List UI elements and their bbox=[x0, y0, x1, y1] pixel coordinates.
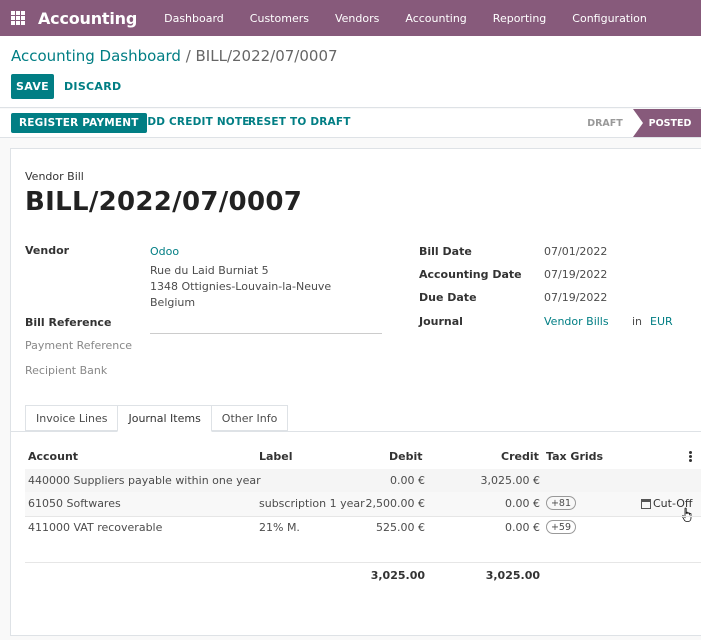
form-sheet: Vendor Bill BILL/2022/07/0007 Vendor Odo… bbox=[10, 148, 701, 636]
apps-grid-icon[interactable] bbox=[11, 11, 25, 25]
app-brand[interactable]: Accounting bbox=[38, 9, 137, 28]
accounting-date-value[interactable]: 07/19/2022 bbox=[544, 268, 607, 281]
bill-reference-input[interactable] bbox=[150, 333, 382, 334]
control-panel: Accounting Dashboard / BILL/2022/07/0007… bbox=[0, 36, 701, 108]
tax-grid-badge[interactable]: +81 bbox=[546, 496, 576, 510]
column-header-credit[interactable]: Credit bbox=[501, 450, 539, 463]
discard-button[interactable]: DISCARD bbox=[64, 80, 121, 93]
column-header-debit[interactable]: Debit bbox=[389, 450, 423, 463]
due-date-label: Due Date bbox=[419, 291, 477, 304]
optional-columns-icon[interactable] bbox=[689, 451, 692, 462]
tab-invoice-lines[interactable]: Invoice Lines bbox=[25, 405, 119, 431]
top-navbar: Accounting Dashboard Customers Vendors A… bbox=[0, 0, 701, 36]
row-1-debit[interactable]: 0.00 € bbox=[341, 474, 425, 487]
bill-reference-label: Bill Reference bbox=[25, 316, 112, 329]
menu-configuration[interactable]: Configuration bbox=[559, 12, 660, 25]
row-3-account[interactable]: 411000 VAT recoverable bbox=[28, 521, 162, 534]
notebook-tabs: Invoice Lines Journal Items Other Info bbox=[25, 405, 289, 432]
stage-draft[interactable]: DRAFT bbox=[576, 109, 634, 137]
column-header-account[interactable]: Account bbox=[28, 450, 78, 463]
vendor-name-link[interactable]: Odoo bbox=[150, 245, 179, 258]
journal-link[interactable]: Vendor Bills bbox=[544, 315, 609, 328]
total-credit: 3,025.00 bbox=[485, 569, 540, 582]
bill-date-value[interactable]: 07/01/2022 bbox=[544, 245, 607, 258]
menu-customers[interactable]: Customers bbox=[237, 12, 322, 25]
hand-cursor-icon bbox=[681, 507, 692, 522]
breadcrumb-parent[interactable]: Accounting Dashboard bbox=[11, 47, 181, 65]
row-2-debit[interactable]: 2,500.00 € bbox=[341, 497, 425, 510]
column-header-tax-grids[interactable]: Tax Grids bbox=[546, 450, 603, 463]
journal-label: Journal bbox=[419, 315, 463, 328]
accounting-date-label: Accounting Date bbox=[419, 268, 522, 281]
recipient-bank-label: Recipient Bank bbox=[25, 364, 108, 377]
column-header-label[interactable]: Label bbox=[259, 450, 293, 463]
tab-journal-items[interactable]: Journal Items bbox=[117, 405, 212, 432]
document-type: Vendor Bill bbox=[25, 170, 84, 183]
row-2-credit[interactable]: 0.00 € bbox=[455, 497, 540, 510]
document-name: BILL/2022/07/0007 bbox=[25, 187, 303, 217]
row-divider bbox=[25, 516, 701, 517]
total-debit: 3,025.00 bbox=[370, 569, 425, 582]
vendor-address-line-3: Belgium bbox=[150, 296, 196, 309]
currency-link[interactable]: EUR bbox=[650, 315, 673, 328]
vendor-label: Vendor bbox=[25, 244, 70, 257]
menu-vendors[interactable]: Vendors bbox=[322, 12, 392, 25]
add-credit-note-button[interactable]: ADD CREDIT NOTE bbox=[139, 116, 250, 128]
breadcrumb-separator: / bbox=[180, 47, 196, 65]
stage-posted[interactable]: POSTED bbox=[633, 109, 701, 137]
save-button[interactable]: SAVE bbox=[11, 74, 54, 99]
row-3-label[interactable]: 21% M. bbox=[259, 521, 300, 534]
menu-accounting[interactable]: Accounting bbox=[392, 12, 479, 25]
payment-reference-label: Payment Reference bbox=[25, 339, 133, 352]
breadcrumb-current: BILL/2022/07/0007 bbox=[195, 47, 338, 65]
bill-date-label: Bill Date bbox=[419, 245, 472, 258]
breadcrumb: Accounting Dashboard / BILL/2022/07/0007 bbox=[11, 47, 338, 65]
row-3-debit[interactable]: 525.00 € bbox=[341, 521, 425, 534]
menu-dashboard[interactable]: Dashboard bbox=[151, 12, 237, 25]
vendor-address-line-1: Rue du Laid Burniat 5 bbox=[150, 264, 269, 277]
row-1-account[interactable]: 440000 Suppliers payable within one year bbox=[28, 474, 261, 487]
row-3-credit[interactable]: 0.00 € bbox=[455, 521, 540, 534]
currency-in-label: in bbox=[632, 315, 643, 328]
statusbar: REGISTER PAYMENT ADD CREDIT NOTE RESET T… bbox=[0, 109, 701, 138]
row-1-credit[interactable]: 3,025.00 € bbox=[455, 474, 540, 487]
calendar-icon bbox=[641, 498, 651, 509]
tax-grid-badge[interactable]: +59 bbox=[546, 520, 576, 534]
due-date-value[interactable]: 07/19/2022 bbox=[544, 291, 607, 304]
totals-divider bbox=[25, 562, 701, 563]
reset-to-draft-button[interactable]: RESET TO DRAFT bbox=[248, 116, 351, 128]
row-2-account[interactable]: 61050 Softwares bbox=[28, 497, 121, 510]
register-payment-button[interactable]: REGISTER PAYMENT bbox=[11, 113, 147, 133]
vendor-address-line-2: 1348 Ottignies-Louvain-la-Neuve bbox=[150, 280, 332, 293]
tab-other-info[interactable]: Other Info bbox=[210, 405, 289, 431]
menu-reporting[interactable]: Reporting bbox=[480, 12, 559, 25]
